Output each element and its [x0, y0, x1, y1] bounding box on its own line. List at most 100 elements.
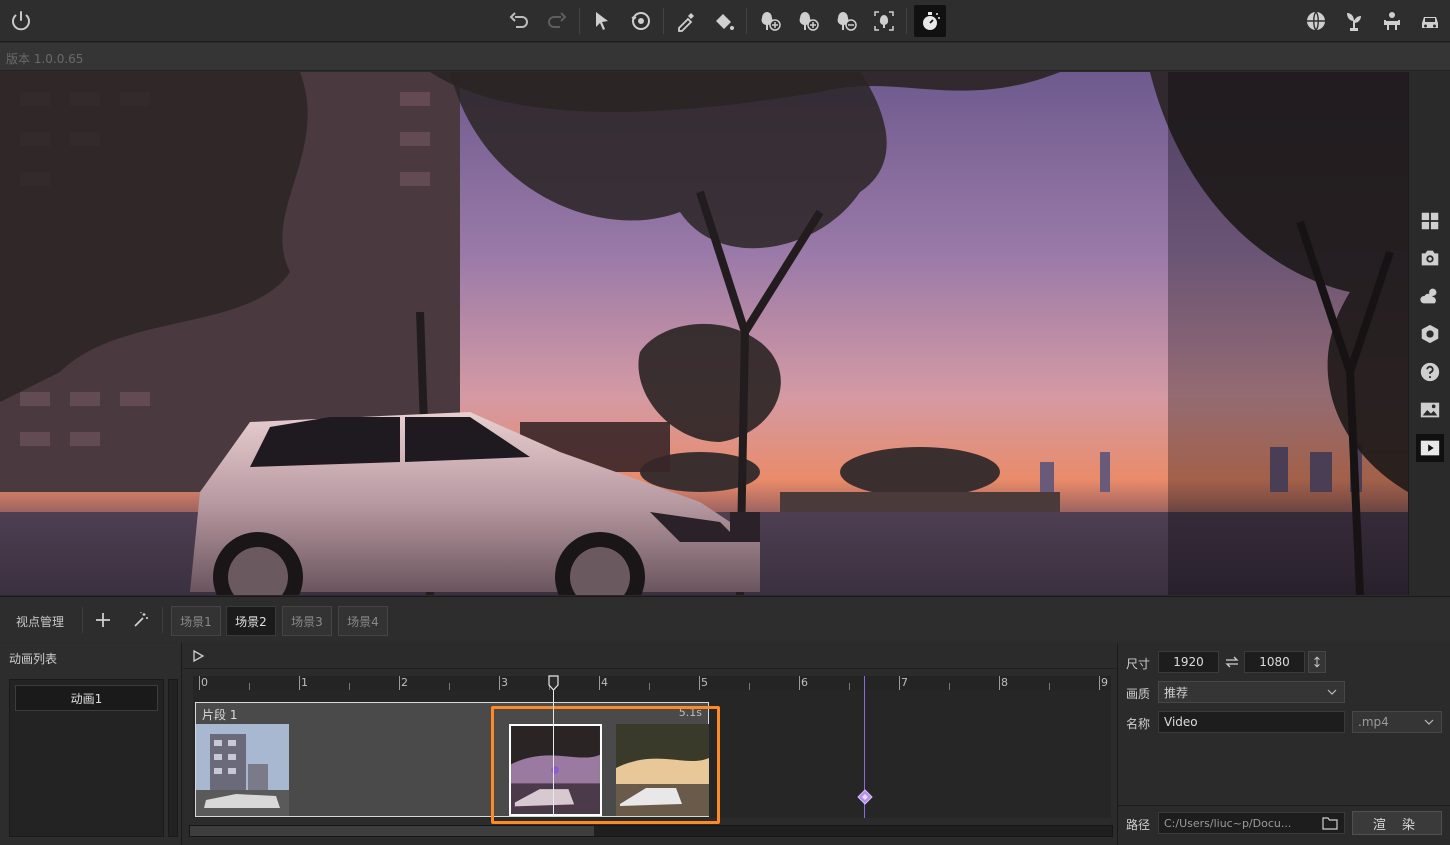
render-button[interactable]: 渲 染 [1352, 811, 1442, 835]
highlight-box [491, 706, 720, 824]
top-toolbar [0, 0, 1450, 42]
ruler-tick-label: 0 [201, 676, 208, 689]
weather-icon[interactable] [1416, 282, 1444, 310]
chevron-down-icon [1327, 689, 1337, 695]
plant-icon[interactable] [1338, 5, 1370, 37]
toolbar-divider [663, 8, 664, 34]
timeline-scrollbar-thumb[interactable] [190, 826, 594, 836]
magic-wand-icon[interactable] [132, 611, 150, 629]
tree-add-icon[interactable] [754, 5, 786, 37]
output-path-input[interactable]: C:/Users/liuc~p/Docu... [1158, 812, 1345, 834]
tree-scan-icon[interactable] [868, 5, 900, 37]
image-icon[interactable] [1416, 396, 1444, 424]
ruler-tick-label: 5 [701, 676, 708, 689]
ruler-tick [299, 676, 300, 690]
ruler-minor-tick [249, 683, 250, 690]
hexagon-settings-icon[interactable] [1416, 320, 1444, 348]
animation-item[interactable]: 动画1 [15, 685, 158, 711]
help-icon[interactable] [1416, 358, 1444, 386]
path-label: 路径 [1126, 818, 1151, 832]
scene-tab-1[interactable]: 场景1 [171, 606, 221, 636]
ruler-tick-label: 6 [801, 676, 808, 689]
swap-dimensions-icon[interactable] [1224, 655, 1240, 669]
video-play-icon[interactable] [1416, 434, 1444, 462]
viewpoint-manager-label[interactable]: 视点管理 [16, 613, 64, 630]
playhead-line [553, 682, 554, 817]
quality-label: 画质 [1126, 687, 1151, 701]
scene-bar-divider [82, 607, 83, 633]
render-settings-panel: 尺寸 1920 1080 画质 推荐 名称 Video .mp4 路径 C:/U… [1117, 643, 1450, 845]
animation-list-panel: 动画列表 动画1 [0, 643, 182, 845]
folder-icon[interactable] [1322, 816, 1338, 830]
ruler-tick-label: 4 [601, 676, 608, 689]
aspect-lock-icon[interactable] [1308, 651, 1326, 673]
select-arrow-icon[interactable] [586, 5, 618, 37]
scene-tab-3[interactable]: 场景3 [282, 606, 332, 636]
scene-render-image [0, 72, 1408, 595]
ruler-tick-label: 9 [1101, 676, 1108, 689]
ruler-minor-tick [949, 683, 950, 690]
ruler-tick-label: 2 [401, 676, 408, 689]
animation-list: 动画1 [9, 679, 164, 837]
ruler-tick [399, 676, 400, 690]
ruler-tick [799, 676, 800, 690]
ruler-minor-tick [749, 683, 750, 690]
video-name-input[interactable]: Video [1158, 711, 1345, 733]
ruler-minor-tick [1049, 683, 1050, 690]
size-label: 尺寸 [1126, 657, 1151, 671]
ruler-tick [499, 676, 500, 690]
quality-value: 推荐 [1164, 685, 1189, 700]
ruler-tick [599, 676, 600, 690]
ruler-tick-label: 1 [301, 676, 308, 689]
render-panel-divider [1118, 805, 1450, 806]
keyframe-marker[interactable] [857, 789, 873, 805]
paint-bucket-icon[interactable] [708, 5, 740, 37]
timeline-panel: 0123456789 片段 1 5.1s [183, 643, 1117, 845]
playhead-handle[interactable] [548, 675, 559, 691]
scene-bar: 视点管理 场景1 场景2 场景3 场景4 [0, 596, 1450, 642]
camera-icon[interactable] [1416, 244, 1444, 272]
name-label: 名称 [1126, 717, 1151, 731]
timeline-ruler[interactable]: 0 1 2 3 4 5 6 7 8 9 [193, 676, 1111, 690]
toolbar-divider [906, 8, 907, 34]
ruler-minor-tick [849, 683, 850, 690]
animation-list-title: 动画列表 [9, 652, 58, 666]
tree-remove-icon[interactable] [830, 5, 862, 37]
animation-list-scrollbar[interactable] [168, 679, 178, 837]
tree-add-alt-icon[interactable] [792, 5, 824, 37]
redo-icon[interactable] [541, 5, 573, 37]
keyframe-thumbnail[interactable] [196, 724, 289, 816]
format-value: .mp4 [1358, 715, 1389, 729]
height-input[interactable]: 1080 [1244, 651, 1305, 673]
grid-icon[interactable] [1416, 207, 1444, 235]
scene-tab-4[interactable]: 场景4 [338, 606, 388, 636]
chevron-down-icon [1424, 719, 1434, 725]
ruler-tick-label: 8 [1001, 676, 1008, 689]
orbit-view-icon[interactable] [625, 5, 657, 37]
width-input[interactable]: 1920 [1158, 651, 1219, 673]
right-sidebar [1408, 72, 1450, 595]
play-icon[interactable] [191, 649, 205, 663]
ruler-tick-label: 3 [501, 676, 508, 689]
render-viewport[interactable] [0, 72, 1408, 595]
ruler-minor-tick [349, 683, 350, 690]
timeline-scrollbar[interactable] [189, 825, 1113, 837]
ruler-minor-tick [449, 683, 450, 690]
undo-icon[interactable] [503, 5, 535, 37]
clip-name: 片段 1 [202, 708, 238, 722]
ruler-tick [899, 676, 900, 690]
power-icon[interactable] [5, 5, 37, 37]
version-text: 版本 1.0.0.65 [6, 52, 84, 66]
ruler-tick [1099, 676, 1100, 690]
quality-select[interactable]: 推荐 [1158, 681, 1345, 703]
person-seat-icon[interactable] [1376, 5, 1408, 37]
timer-effect-icon[interactable] [914, 5, 946, 37]
scene-tab-2[interactable]: 场景2 [226, 606, 276, 636]
toolbar-divider [746, 8, 747, 34]
timeline-header [183, 643, 1117, 669]
add-scene-icon[interactable] [94, 611, 112, 629]
eyedropper-icon[interactable] [670, 5, 702, 37]
format-select[interactable]: .mp4 [1352, 711, 1442, 733]
car-icon[interactable] [1414, 5, 1446, 37]
globe-icon[interactable] [1300, 5, 1332, 37]
